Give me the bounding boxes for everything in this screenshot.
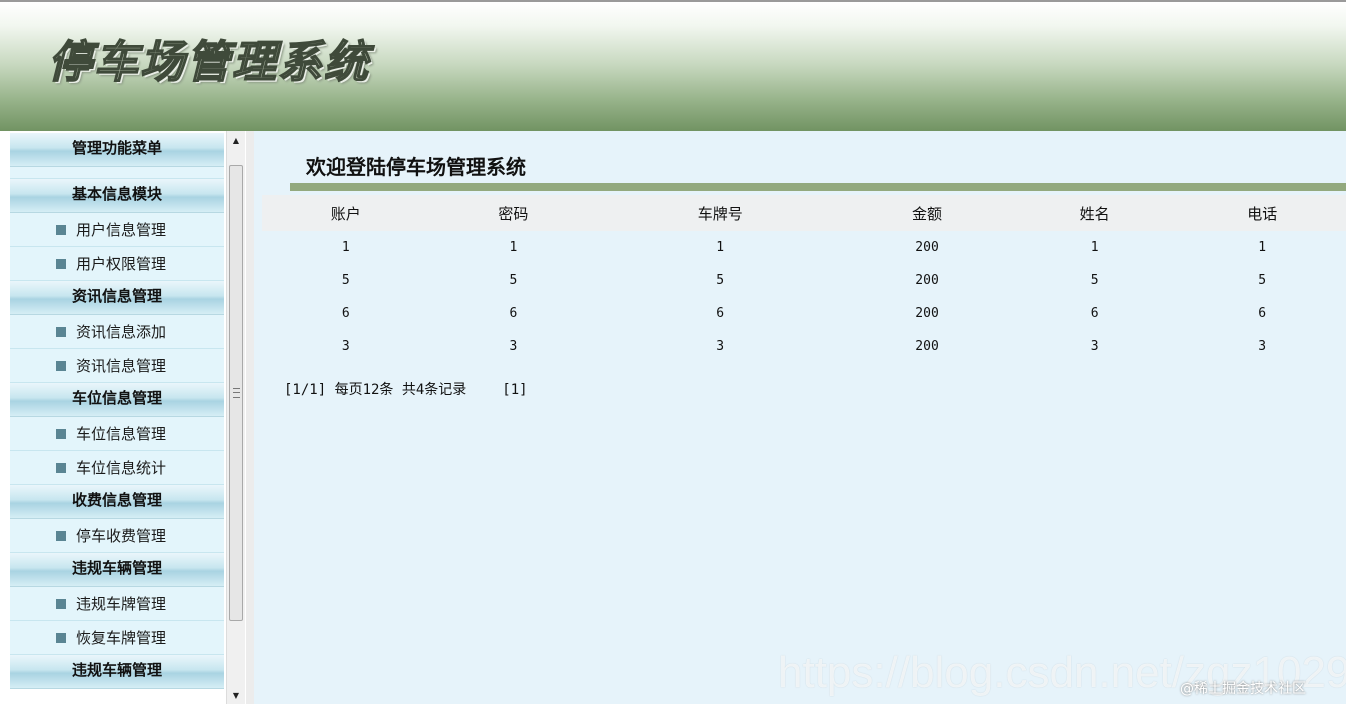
column-header: 电话 [1178,195,1346,231]
table-cell: 200 [915,273,939,288]
table-cell: 6 [716,306,725,321]
menu-item[interactable]: 车位信息统计 [10,451,224,485]
table-cell: 1 [1258,240,1267,255]
column-header: 姓名 [1010,195,1179,231]
table-cell: 1 [716,240,725,255]
sidebar-scrollbar[interactable]: ▲ ▼ [226,131,245,704]
table-cell: 200 [915,339,939,354]
table-cell: 5 [716,273,725,288]
heading-underline [290,183,1346,191]
menu-group-header[interactable]: 收费信息管理 [10,485,224,519]
pagination: [1/1] 每页12条 共4条记录 [1] [284,379,528,399]
menu-group-header[interactable]: 基本信息模块 [10,179,224,213]
menu-item-label: 车位信息统计 [76,459,167,477]
pager-info: [1/1] 每页12条 共4条记录 [284,382,467,398]
table-cell: 1 [509,240,518,255]
menu-item[interactable]: 停车收费管理 [10,519,224,553]
table-cell: 6 [1258,306,1267,321]
header-banner: 停车场管理系统 [0,0,1346,133]
table-row: 3 3 3 200 3 3 [262,330,1346,363]
menu-item-label: 资讯信息管理 [76,357,167,375]
scroll-up-arrow-icon[interactable]: ▲ [227,133,245,149]
menu-item[interactable]: 车位信息管理 [10,417,224,451]
column-header: 金额 [843,195,1011,231]
square-bullet-icon [56,599,66,609]
table-cell: 5 [1258,273,1267,288]
table-row: 1 1 1 200 1 1 [262,231,1346,264]
table-cell: 6 [341,306,350,321]
menu-item-label: 用户信息管理 [76,221,167,239]
column-header: 账户 [262,195,430,231]
grip-icon [233,388,240,398]
column-header: 密码 [429,195,598,231]
menu-item[interactable]: 用户权限管理 [10,247,224,281]
menu-divider [10,167,224,179]
sidebar-menu: 管理功能菜单 基本信息模块 用户信息管理 用户权限管理 资讯信息管理 资讯信息添加 资讯信… [10,133,224,704]
menu-item[interactable]: 用户信息管理 [10,213,224,247]
square-bullet-icon [56,259,66,269]
square-bullet-icon [56,327,66,337]
table-cell: 1 [1090,240,1099,255]
menu-item-label: 用户权限管理 [76,255,167,273]
table-cell: 3 [1090,339,1099,354]
page-link-1[interactable]: [1] [502,382,527,398]
square-bullet-icon [56,463,66,473]
square-bullet-icon [56,225,66,235]
menu-item[interactable]: 资讯信息添加 [10,315,224,349]
user-table: 账户 密码 车牌号 金额 姓名 电话 1 1 1 200 1 1 5 5 5 200 5 5 6 6 6 200 6 6 3 3… [262,195,1346,363]
table-row: 5 5 5 200 5 5 [262,264,1346,297]
table-cell: 6 [509,306,518,321]
table-cell: 1 [341,240,350,255]
square-bullet-icon [56,531,66,541]
table-cell: 3 [341,339,350,354]
menu-group-header[interactable]: 违规车辆管理 [10,655,224,689]
sidebar: 管理功能菜单 基本信息模块 用户信息管理 用户权限管理 资讯信息管理 资讯信息添加 资讯信… [0,131,246,704]
menu-item-label: 恢复车牌管理 [76,629,167,647]
welcome-heading: 欢迎登陆停车场管理系统 [306,155,526,179]
table-header-row: 账户 密码 车牌号 金额 姓名 电话 [262,195,1346,231]
table-cell: 3 [509,339,518,354]
menu-group-header[interactable]: 违规车辆管理 [10,553,224,587]
menu-item-label: 停车收费管理 [76,527,167,545]
menu-group-header[interactable]: 车位信息管理 [10,383,224,417]
juejin-watermark: @稀土掘金技术社区 [1180,681,1306,697]
scroll-thumb[interactable] [229,165,243,621]
menu-item-label: 车位信息管理 [76,425,167,443]
table-cell: 200 [915,240,939,255]
app-title: 停车场管理系统 [47,36,370,89]
square-bullet-icon [56,361,66,371]
menu-item[interactable]: 恢复车牌管理 [10,621,224,655]
table-cell: 5 [341,273,350,288]
table-cell: 6 [1090,306,1099,321]
menu-group-header[interactable]: 资讯信息管理 [10,281,224,315]
menu-title: 管理功能菜单 [10,133,224,167]
menu-item[interactable]: 违规车牌管理 [10,587,224,621]
table-cell: 3 [1258,339,1267,354]
square-bullet-icon [56,633,66,643]
table-cell: 3 [716,339,725,354]
column-header: 车牌号 [597,195,844,231]
menu-item-label: 资讯信息添加 [76,323,167,341]
menu-item-label: 违规车牌管理 [76,595,167,613]
main-content: 欢迎登陆停车场管理系统 账户 密码 车牌号 金额 姓名 电话 1 1 1 200 1 1 5 5 5 200… [254,131,1346,704]
table-cell: 5 [509,273,518,288]
table-row: 6 6 6 200 6 6 [262,297,1346,330]
table-cell: 5 [1090,273,1099,288]
square-bullet-icon [56,429,66,439]
menu-item[interactable]: 资讯信息管理 [10,349,224,383]
scroll-down-arrow-icon[interactable]: ▼ [227,688,245,704]
table-cell: 200 [915,306,939,321]
